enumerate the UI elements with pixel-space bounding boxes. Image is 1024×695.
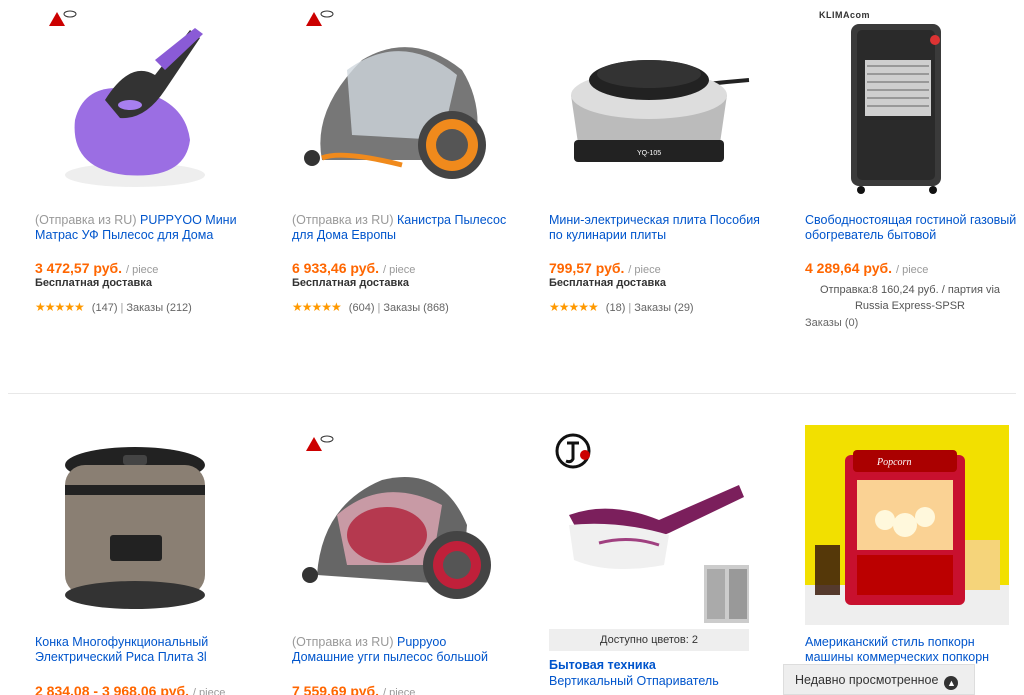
brand-logo-icon bbox=[555, 433, 591, 469]
order-count[interactable]: Заказы (868) bbox=[383, 302, 449, 314]
product-image[interactable]: KLIMAcom bbox=[805, 0, 1009, 200]
free-shipping: Бесплатная доставка bbox=[549, 277, 666, 289]
free-shipping: Бесплатная доставка bbox=[292, 277, 409, 289]
review-count[interactable]: (18) bbox=[606, 302, 626, 314]
rating-stars: ★★★★★ bbox=[549, 300, 599, 314]
colors-available: Доступно цветов: 2 bbox=[549, 629, 749, 651]
product-card[interactable]: KLIMAcom Свободностоящая гостиной газовы… bbox=[805, 0, 1016, 390]
product-card[interactable]: (Отправка из RU) PUPPYOO Мини Матрас УФ … bbox=[35, 0, 245, 390]
product-image[interactable] bbox=[35, 425, 239, 625]
product-title[interactable]: Вертикальный Отпариватель bbox=[549, 674, 719, 688]
seller-badge-icon bbox=[306, 435, 334, 451]
product-image[interactable] bbox=[292, 0, 496, 200]
rating-row: ★★★★★ (604) | Заказы (868) bbox=[292, 300, 449, 314]
product-card[interactable]: (Отправка из RU) Puppyoo Домашние угги п… bbox=[292, 425, 502, 695]
recently-viewed-label: Недавно просмотренное bbox=[795, 673, 939, 687]
shipping-note: Отправка:8 160,24 руб. / партия via Russ… bbox=[819, 284, 1001, 312]
product-title[interactable]: Американский стиль попкорн машины коммер… bbox=[805, 635, 1020, 665]
review-count[interactable]: (604) bbox=[349, 302, 375, 314]
seller-badge-icon bbox=[49, 10, 77, 26]
order-count[interactable]: Заказы (0) bbox=[805, 317, 858, 329]
recently-viewed-button[interactable]: Недавно просмотренное ▲ bbox=[783, 664, 975, 695]
rating-stars: ★★★★★ bbox=[292, 300, 342, 314]
product-title[interactable]: Конка Многофункциональный Электрический … bbox=[35, 635, 250, 665]
free-shipping: Бесплатная доставка bbox=[35, 277, 152, 289]
product-card[interactable]: Доступно цветов: 2 Бытовая техника Верти… bbox=[549, 425, 759, 695]
product-image[interactable]: YQ-105 bbox=[549, 0, 753, 200]
order-count[interactable]: Заказы (29) bbox=[634, 302, 693, 314]
product-image[interactable]: Popcorn bbox=[805, 425, 1009, 625]
product-title[interactable]: Свободностоящая гостиной газовый обогрев… bbox=[805, 213, 1020, 243]
rating-row: ★★★★★ (18) | Заказы (29) bbox=[549, 300, 694, 314]
seller-badge-icon bbox=[306, 10, 334, 26]
brand-logo: KLIMAcom bbox=[819, 10, 870, 20]
product-title[interactable]: Мини-электрическая плита Пособия по кули… bbox=[549, 213, 764, 243]
model-label: YQ-105 bbox=[637, 150, 661, 157]
product-card[interactable]: Popcorn Американский стиль попкорн машин… bbox=[805, 425, 1015, 695]
product-price: 7 559,69 руб. / piece bbox=[292, 683, 416, 695]
chevron-up-icon: ▲ bbox=[944, 676, 959, 690]
review-count[interactable]: (147) bbox=[92, 302, 118, 314]
product-image[interactable] bbox=[549, 425, 753, 625]
product-card[interactable]: YQ-105 Мини-электрическая плита Пособия … bbox=[549, 0, 760, 390]
product-card[interactable]: Конка Многофункциональный Электрический … bbox=[35, 425, 245, 695]
product-category[interactable]: Бытовая техника bbox=[549, 658, 656, 672]
product-title[interactable]: (Отправка из RU) Puppyoo Домашние угги п… bbox=[292, 635, 507, 665]
product-price: 4 289,64 руб. / piece bbox=[805, 260, 929, 276]
product-image[interactable] bbox=[292, 425, 496, 625]
product-title[interactable]: (Отправка из RU) Канистра Пылесос для До… bbox=[292, 213, 507, 243]
product-price: 3 472,57 руб. / piece bbox=[35, 260, 159, 276]
row-divider bbox=[8, 393, 1016, 394]
product-price: 6 933,46 руб. / piece bbox=[292, 260, 416, 276]
order-count[interactable]: Заказы (212) bbox=[126, 302, 192, 314]
product-card[interactable]: (Отправка из RU) Канистра Пылесос для До… bbox=[292, 0, 506, 390]
product-price: 2 834,08 - 3 968,06 руб. / piece bbox=[35, 683, 226, 695]
popcorn-label: Popcorn bbox=[876, 457, 911, 468]
rating-stars: ★★★★★ bbox=[35, 300, 85, 314]
product-image[interactable] bbox=[35, 0, 239, 200]
product-price: 799,57 руб. / piece bbox=[549, 260, 661, 276]
rating-row: ★★★★★ (147) | Заказы (212) bbox=[35, 300, 192, 314]
product-title[interactable]: (Отправка из RU) PUPPYOO Мини Матрас УФ … bbox=[35, 213, 250, 243]
